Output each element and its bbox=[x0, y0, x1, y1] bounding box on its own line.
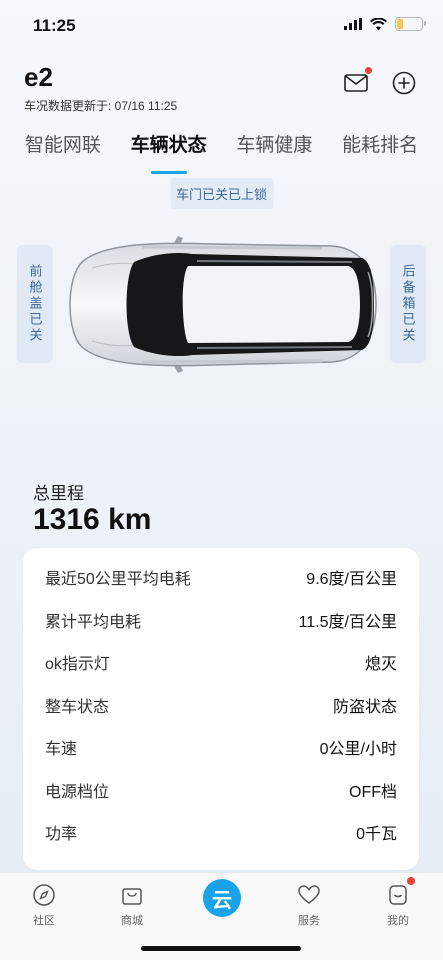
info-value: 9.6度/百公里 bbox=[306, 571, 397, 589]
info-label: ok指示灯 bbox=[45, 656, 110, 674]
info-row-average-consumption: 累计平均电耗 11.5度/百公里 bbox=[45, 599, 397, 642]
profile-notification-dot bbox=[407, 877, 415, 885]
shopping-bag-icon bbox=[118, 881, 146, 909]
plus-circle-icon bbox=[392, 71, 416, 95]
info-row-power: 功率 0千瓦 bbox=[45, 811, 397, 854]
message-button[interactable] bbox=[343, 67, 372, 96]
battery-icon bbox=[395, 17, 426, 31]
info-row-speed: 车速 0公里/小时 bbox=[45, 726, 397, 769]
door-lock-status: 车门已关已上锁 bbox=[169, 178, 274, 209]
info-value: OFF档 bbox=[349, 783, 397, 801]
add-button[interactable] bbox=[391, 70, 417, 96]
status-time: 11:25 bbox=[33, 16, 76, 35]
nav-label: 社区 bbox=[33, 915, 55, 927]
update-time: 车况数据更新于: 07/16 11:25 bbox=[24, 99, 178, 113]
tab-vehicle-health[interactable]: 车辆健康 bbox=[232, 130, 316, 172]
total-mileage-value: 1316 km bbox=[33, 503, 152, 536]
tab-bar: 智能网联 车辆状态 车辆健康 能耗排名 bbox=[0, 130, 443, 172]
info-row-vehicle-state: 整车状态 防盗状态 bbox=[45, 684, 397, 727]
info-value: 防盗状态 bbox=[332, 698, 397, 716]
nav-mall[interactable]: 商城 bbox=[102, 881, 162, 928]
vehicle-info-card: 最近50公里平均电耗 9.6度/百公里 累计平均电耗 11.5度/百公里 ok指… bbox=[23, 548, 419, 870]
home-indicator bbox=[141, 946, 301, 951]
wifi-icon bbox=[370, 17, 387, 30]
vehicle-name: e2 bbox=[24, 62, 53, 92]
total-mileage-label: 总里程 bbox=[33, 484, 84, 503]
nav-label: 我的 bbox=[387, 915, 409, 927]
nav-service[interactable]: 服务 bbox=[279, 881, 339, 928]
info-label: 整车状态 bbox=[45, 698, 110, 716]
nav-label: 商城 bbox=[121, 915, 143, 927]
mail-icon bbox=[344, 74, 368, 92]
info-label: 功率 bbox=[45, 826, 78, 844]
info-row-power-gear: 电源档位 OFF档 bbox=[45, 769, 397, 812]
nav-mine[interactable]: 我的 bbox=[368, 877, 428, 928]
car-illustration bbox=[69, 236, 377, 373]
nav-cloud-center-button[interactable]: 云 bbox=[203, 879, 241, 917]
info-value: 熄灭 bbox=[364, 656, 397, 674]
info-value: 11.5度/百公里 bbox=[298, 613, 397, 631]
nav-label: 服务 bbox=[298, 915, 320, 927]
tab-connectivity[interactable]: 智能网联 bbox=[21, 130, 105, 172]
signal-icon bbox=[344, 18, 362, 30]
tab-energy-ranking[interactable]: 能耗排名 bbox=[338, 130, 422, 172]
notification-dot bbox=[365, 67, 372, 74]
compass-icon bbox=[30, 881, 58, 909]
info-value: 0公里/小时 bbox=[319, 741, 397, 759]
car-top-view bbox=[62, 232, 380, 377]
status-icons bbox=[344, 17, 426, 31]
info-label: 累计平均电耗 bbox=[45, 613, 142, 631]
tab-vehicle-status[interactable]: 车辆状态 bbox=[127, 130, 211, 172]
nav-community[interactable]: 社区 bbox=[14, 881, 74, 928]
info-row-ok-indicator: ok指示灯 熄灭 bbox=[45, 641, 397, 684]
user-profile-icon bbox=[384, 877, 415, 909]
front-hood-status: 前舱盖已关 bbox=[17, 245, 53, 363]
heart-icon bbox=[295, 881, 323, 909]
status-bar: 11:25 bbox=[0, 0, 443, 50]
info-row-recent-consumption: 最近50公里平均电耗 9.6度/百公里 bbox=[45, 556, 397, 599]
info-value: 0千瓦 bbox=[356, 826, 397, 844]
trunk-status: 后备箱已关 bbox=[390, 245, 426, 363]
info-label: 车速 bbox=[45, 741, 78, 759]
header-actions bbox=[343, 67, 417, 96]
info-label: 电源档位 bbox=[45, 783, 110, 801]
info-label: 最近50公里平均电耗 bbox=[45, 571, 191, 589]
